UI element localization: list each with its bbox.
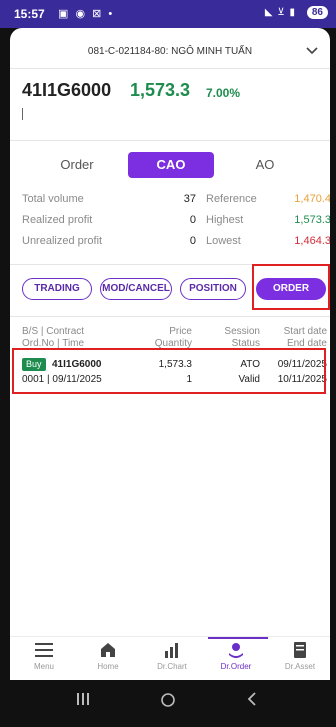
nav-dr-asset-label: Dr.Asset (284, 662, 316, 671)
col-price: Price Quantity (134, 326, 192, 350)
total-volume-label: Total volume (22, 193, 84, 205)
reference-label: Reference (206, 193, 257, 205)
col-dates: Start date End date (267, 326, 327, 350)
last-price: 1,573.3 (130, 80, 191, 100)
system-nav-bar (0, 680, 336, 727)
lowest-value: 1,464.3 (294, 235, 330, 247)
mod-cancel-button[interactable]: MOD/CANCEL (100, 278, 172, 300)
menu-icon (12, 639, 76, 661)
realized-profit-value: 0 (189, 214, 196, 226)
home-icon (76, 639, 140, 661)
header-bs-contract: B/S | Contract (22, 326, 85, 337)
stats-row: Total volume 37 Reference 1,470.4 (22, 193, 330, 214)
app-screen: 081-C-021184-80: NGÔ MINH TUẤN 41I1G6000… (10, 28, 330, 680)
text-cursor (22, 108, 23, 120)
order-icon (204, 639, 268, 661)
bottom-nav: Menu Home Dr.Chart Dr.Order Dr.Asset (10, 636, 330, 680)
notification-icons: ▣ ◉ ⊠ • (58, 8, 115, 20)
symbol-input[interactable]: 41I1G6000 (22, 80, 111, 101)
stats-row: Realized profit 0 Highest 1,573.3 (22, 214, 330, 235)
chevron-down-icon[interactable] (306, 44, 318, 58)
tab-ao[interactable]: AO (222, 152, 308, 178)
chart-icon (140, 639, 204, 661)
nav-menu-label: Menu (33, 662, 54, 671)
account-label: 081-C-021184-80: NGÔ MINH TUẤN (87, 46, 253, 57)
highest-label: Highest (206, 214, 244, 226)
nav-dr-asset[interactable]: Dr.Asset (268, 639, 332, 671)
order-book-highlight-box (252, 264, 330, 310)
order-row-highlight-box (12, 348, 326, 394)
unrealized-profit-value: 0 (189, 235, 196, 247)
nav-dr-chart-label: Dr.Chart (157, 662, 187, 671)
signal-icons: ◣ ⊻ ▮ (264, 7, 296, 18)
total-volume-value: 37 (183, 193, 196, 205)
col-session: Session Status (204, 326, 260, 350)
realized-profit-label: Realized profit (22, 214, 93, 226)
header-session: Session (224, 326, 260, 337)
divider (10, 316, 330, 317)
highest-value: 1,573.3 (294, 214, 330, 226)
stats-row: Unrealized profit 0 Lowest 1,464.3 (22, 235, 330, 256)
trading-button[interactable]: TRADING (22, 278, 92, 300)
nav-dr-order[interactable]: Dr.Order (204, 639, 268, 671)
tab-order[interactable]: Order (34, 152, 120, 178)
back-icon[interactable] (246, 692, 258, 711)
divider (10, 140, 330, 141)
position-button[interactable]: POSITION (180, 278, 246, 300)
stats-panel: Total volume 37 Reference 1,470.4 Realiz… (22, 193, 330, 256)
header-price: Price (169, 326, 192, 337)
header-start-date: Start date (283, 326, 327, 337)
account-selector[interactable]: 081-C-021184-80: NGÔ MINH TUẤN (10, 36, 330, 64)
home-button-icon[interactable] (160, 692, 176, 713)
unrealized-profit-label: Unrealized profit (22, 235, 103, 247)
divider (10, 68, 330, 69)
status-time: 15:57 (14, 7, 45, 21)
nav-dr-chart[interactable]: Dr.Chart (140, 639, 204, 671)
nav-home-label: Home (97, 662, 119, 671)
quote-panel: 41I1G6000 1,573.3 7.00% (10, 72, 330, 138)
nav-menu[interactable]: Menu (12, 639, 76, 671)
battery-icon: 86 (306, 6, 328, 19)
reference-value: 1,470.4 (294, 193, 330, 205)
recent-apps-icon[interactable] (76, 692, 90, 711)
nav-dr-order-label: Dr.Order (220, 662, 252, 671)
lowest-label: Lowest (206, 235, 241, 247)
order-type-tabs: Order CAO AO (20, 152, 320, 178)
tab-cao[interactable]: CAO (128, 152, 214, 178)
nav-home[interactable]: Home (76, 639, 140, 671)
asset-icon (268, 639, 332, 661)
change-percent: 7.00% (206, 86, 241, 100)
status-bar: 15:57 ▣ ◉ ⊠ • ◣ ⊻ ▮ 86 (0, 0, 336, 28)
col-contract: B/S | Contract Ord.No | Time (22, 326, 84, 350)
